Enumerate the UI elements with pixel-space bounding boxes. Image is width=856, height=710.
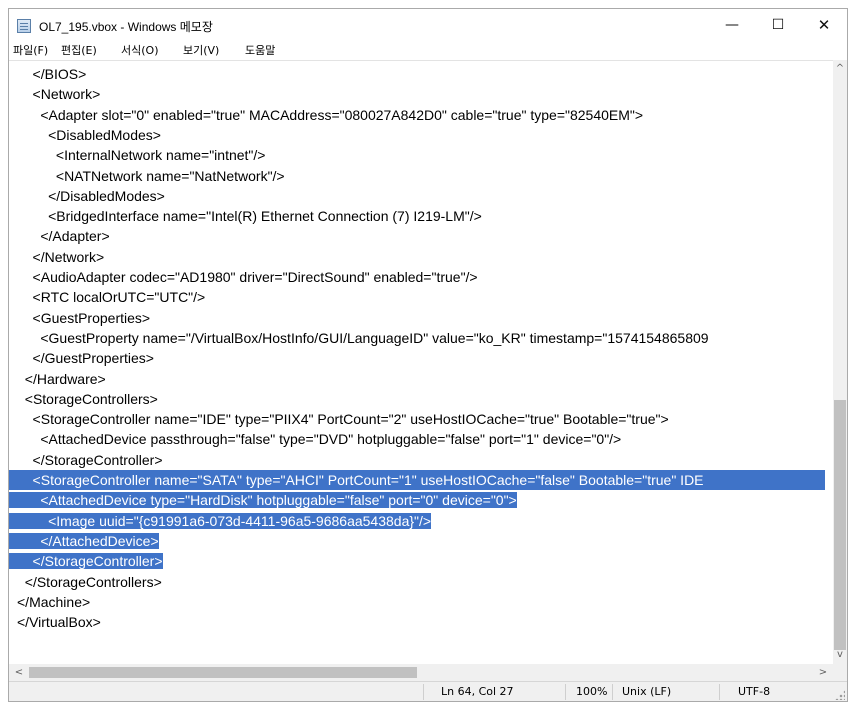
text-line-content: <GuestProperty name="/VirtualBox/HostInf… bbox=[17, 329, 709, 346]
text-line[interactable]: </VirtualBox> bbox=[17, 612, 833, 632]
menu-view[interactable]: 보기(V) bbox=[183, 42, 219, 58]
text-line[interactable]: </DisabledModes> bbox=[17, 186, 833, 206]
notepad-icon bbox=[17, 19, 31, 33]
text-line-content: </StorageController> bbox=[9, 553, 163, 570]
text-line-content: <RTC localOrUTC="UTC"/> bbox=[17, 289, 206, 306]
window-title: OL7_195.vbox - Windows 메모장 bbox=[39, 20, 213, 34]
text-line-content: <DisabledModes> bbox=[17, 126, 161, 143]
text-line[interactable]: <NATNetwork name="NatNetwork"/> bbox=[17, 166, 833, 186]
close-button[interactable]: ✕ bbox=[801, 9, 847, 41]
text-line-content: </Machine> bbox=[17, 593, 91, 610]
text-line-content: </Adapter> bbox=[17, 228, 110, 245]
text-line[interactable]: <StorageControllers> bbox=[17, 389, 833, 409]
text-line-content: <AttachedDevice passthrough="false" type… bbox=[17, 431, 622, 448]
text-line[interactable]: <Image uuid="{c91991a6-073d-4411-96a5-96… bbox=[9, 511, 825, 531]
text-line-content: </StorageController> bbox=[17, 451, 163, 468]
text-line[interactable]: <DisabledModes> bbox=[17, 125, 833, 145]
text-line-content: <NATNetwork name="NatNetwork"/> bbox=[17, 167, 285, 184]
text-line-content: <Network> bbox=[17, 86, 101, 103]
text-line[interactable]: </AttachedDevice> bbox=[9, 531, 825, 551]
text-line[interactable]: <Network> bbox=[17, 84, 833, 104]
vertical-scroll-thumb[interactable] bbox=[834, 400, 846, 650]
menu-file[interactable]: 파일(F) bbox=[13, 42, 48, 58]
text-line[interactable]: <GuestProperties> bbox=[17, 308, 833, 328]
text-line-content: <AudioAdapter codec="AD1980" driver="Dir… bbox=[17, 269, 478, 285]
minimize-button[interactable]: — bbox=[709, 9, 755, 41]
text-line-content: </BIOS> bbox=[17, 66, 87, 82]
scroll-down-arrow-icon[interactable]: v bbox=[833, 648, 847, 662]
maximize-button[interactable]: ☐ bbox=[755, 9, 801, 41]
text-line[interactable]: </StorageControllers> bbox=[17, 572, 833, 592]
vertical-scrollbar[interactable]: ^ v bbox=[833, 60, 847, 664]
text-line-content: <StorageController name="IDE" type="PIIX… bbox=[17, 411, 669, 428]
text-line[interactable]: </BIOS> bbox=[17, 64, 833, 84]
text-line-content: </StorageControllers> bbox=[17, 573, 162, 590]
scrollbar-corner bbox=[833, 664, 847, 681]
status-cursor-position: Ln 64, Col 27 bbox=[441, 685, 514, 698]
text-line-content: <StorageController name="SATA" type="AHC… bbox=[9, 472, 704, 488]
scroll-up-arrow-icon[interactable]: ^ bbox=[833, 62, 847, 76]
horizontal-scroll-thumb[interactable] bbox=[29, 667, 417, 678]
text-editor[interactable]: </BIOS> <Network> <Adapter slot="0" enab… bbox=[9, 60, 833, 664]
text-line[interactable]: </StorageController> bbox=[17, 450, 833, 470]
text-line[interactable]: <AudioAdapter codec="AD1980" driver="Dir… bbox=[17, 267, 833, 287]
status-separator bbox=[612, 684, 613, 700]
status-bar: Ln 64, Col 27 100% Unix (LF) UTF-8 bbox=[9, 681, 847, 701]
menu-help[interactable]: 도움말 bbox=[245, 42, 275, 58]
text-line[interactable]: <Adapter slot="0" enabled="true" MACAddr… bbox=[17, 105, 833, 125]
menu-bar: 파일(F) 편집(E) 서식(O) 보기(V) 도움말 bbox=[9, 41, 847, 60]
status-separator bbox=[423, 684, 424, 700]
text-line[interactable]: <StorageController name="SATA" type="AHC… bbox=[9, 470, 825, 491]
text-line-content: </Network> bbox=[17, 248, 105, 265]
menu-edit[interactable]: 편집(E) bbox=[61, 42, 97, 58]
text-line-content: </AttachedDevice> bbox=[9, 532, 159, 549]
menu-format[interactable]: 서식(O) bbox=[121, 42, 158, 58]
text-line[interactable]: </GuestProperties> bbox=[17, 348, 833, 368]
text-line-content: <Image uuid="{c91991a6-073d-4411-96a5-96… bbox=[9, 512, 432, 529]
text-line[interactable]: <AttachedDevice passthrough="false" type… bbox=[17, 429, 833, 449]
status-encoding: UTF-8 bbox=[738, 685, 771, 698]
horizontal-scrollbar[interactable]: < > bbox=[9, 664, 833, 681]
text-line-content: <BridgedInterface name="Intel(R) Etherne… bbox=[17, 208, 482, 225]
text-line-content: </Hardware> bbox=[17, 370, 106, 387]
text-line-content: <InternalNetwork name="intnet"/> bbox=[17, 147, 266, 164]
text-line-content: <Adapter slot="0" enabled="true" MACAddr… bbox=[17, 106, 644, 123]
status-zoom: 100% bbox=[576, 685, 608, 698]
text-line-content: <StorageControllers> bbox=[17, 390, 158, 407]
scroll-left-arrow-icon[interactable]: < bbox=[11, 664, 27, 681]
status-separator bbox=[719, 684, 720, 700]
text-line-content: </DisabledModes> bbox=[17, 187, 165, 204]
text-line-content: <AttachedDevice type="HardDisk" hotplugg… bbox=[9, 492, 517, 509]
notepad-window: OL7_195.vbox - Windows 메모장 — ☐ ✕ 파일(F) 편… bbox=[8, 8, 848, 702]
text-line[interactable]: </Machine> bbox=[17, 592, 833, 612]
resize-grip-icon[interactable] bbox=[835, 690, 845, 700]
text-line[interactable]: <RTC localOrUTC="UTC"/> bbox=[17, 287, 833, 307]
title-bar[interactable]: OL7_195.vbox - Windows 메모장 — ☐ ✕ bbox=[9, 9, 847, 41]
status-separator bbox=[565, 684, 566, 700]
status-line-ending: Unix (LF) bbox=[622, 685, 672, 698]
text-line-content: </GuestProperties> bbox=[17, 350, 154, 367]
text-line[interactable]: <BridgedInterface name="Intel(R) Etherne… bbox=[17, 206, 833, 226]
text-line[interactable]: </Adapter> bbox=[17, 226, 833, 246]
text-line-content: <GuestProperties> bbox=[17, 309, 151, 326]
text-line[interactable]: <StorageController name="IDE" type="PIIX… bbox=[17, 409, 833, 429]
text-line[interactable]: <InternalNetwork name="intnet"/> bbox=[17, 145, 833, 165]
text-line[interactable]: <GuestProperty name="/VirtualBox/HostInf… bbox=[17, 328, 833, 348]
text-line[interactable]: </Hardware> bbox=[17, 369, 833, 389]
text-line-content: </VirtualBox> bbox=[17, 614, 101, 631]
text-line[interactable]: </StorageController> bbox=[9, 551, 825, 571]
text-line[interactable]: </Network> bbox=[17, 247, 833, 267]
text-line[interactable]: <AttachedDevice type="HardDisk" hotplugg… bbox=[9, 490, 825, 510]
scroll-right-arrow-icon[interactable]: > bbox=[815, 664, 831, 681]
